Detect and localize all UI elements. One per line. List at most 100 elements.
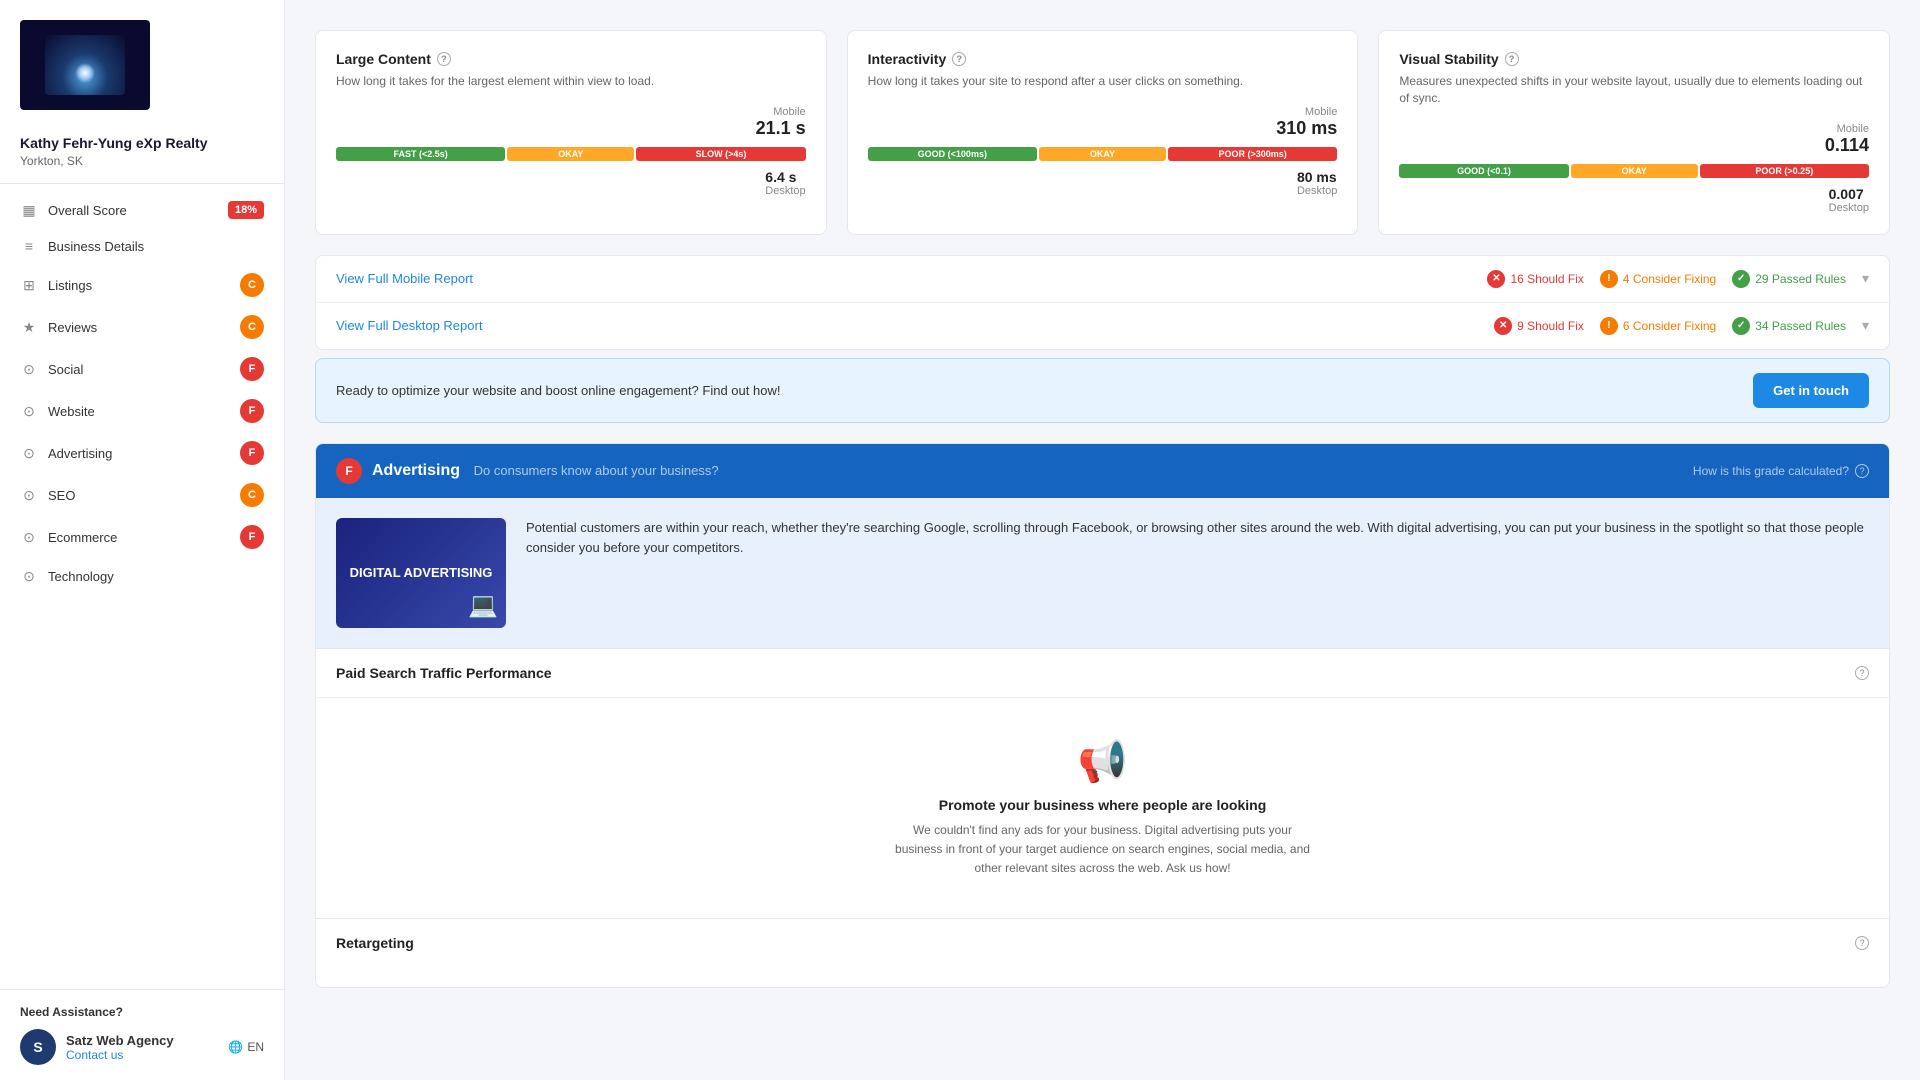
sidebar-item-reviews[interactable]: ★ Reviews C <box>0 306 284 348</box>
sidebar-navigation: ▦ Overall Score 18% ≡ Business Details ⊞… <box>0 184 284 989</box>
sidebar-item-ecommerce[interactable]: ⊙ Ecommerce F <box>0 516 284 558</box>
sidebar-business-info: Kathy Fehr-Yung eXp Realty Yorkton, SK <box>0 125 284 184</box>
sidebar-logo-area <box>0 0 284 125</box>
paid-search-title: Paid Search Traffic Performance <box>336 665 552 681</box>
large-content-info-icon[interactable]: ? <box>437 52 451 66</box>
visual-stability-mobile-value: 0.114 <box>1825 135 1869 156</box>
nav-business-details-label: Business Details <box>48 239 144 254</box>
paid-search-section: Paid Search Traffic Performance ? 📢 Prom… <box>316 648 1889 919</box>
retargeting-header: Retargeting ? <box>316 919 1889 967</box>
sidebar-item-seo[interactable]: ⊙ SEO C <box>0 474 284 516</box>
get-in-touch-button[interactable]: Get in touch <box>1753 373 1869 408</box>
sidebar-item-website[interactable]: ⊙ Website F <box>0 390 284 432</box>
large-content-desktop-label: Desktop <box>765 185 805 197</box>
large-content-mobile-label: Mobile <box>756 106 806 118</box>
nav-technology-label: Technology <box>48 569 114 584</box>
desktop-should-fix-text: 9 Should Fix <box>1517 319 1584 333</box>
orange-warning-icon-2: ! <box>1600 317 1618 335</box>
okay-segment-2: OKAY <box>1039 147 1166 161</box>
mobile-passed-rules: ✓ 29 Passed Rules <box>1732 270 1846 288</box>
visual-stability-desktop-value: 0.007 <box>1829 186 1869 202</box>
visual-stability-info-icon[interactable]: ? <box>1505 52 1519 66</box>
sidebar-item-overall-score[interactable]: ▦ Overall Score 18% <box>0 192 284 228</box>
retargeting-title: Retargeting <box>336 935 414 951</box>
mobile-should-fix-text: 16 Should Fix <box>1510 272 1583 286</box>
reviews-icon: ★ <box>20 318 38 336</box>
desktop-passed-rules-text: 34 Passed Rules <box>1755 319 1846 333</box>
mobile-report-row[interactable]: View Full Mobile Report ✕ 16 Should Fix … <box>316 256 1889 303</box>
desktop-report-row[interactable]: View Full Desktop Report ✕ 9 Should Fix … <box>316 303 1889 349</box>
paid-search-empty-state: 📢 Promote your business where people are… <box>316 698 1889 919</box>
mobile-passed-rules-text: 29 Passed Rules <box>1755 272 1846 286</box>
social-badge: F <box>240 357 264 381</box>
contact-us-link[interactable]: Contact us <box>66 1048 174 1062</box>
adv-image-title: DIGITAL ADVERTISING <box>350 565 493 580</box>
report-section: View Full Mobile Report ✕ 16 Should Fix … <box>315 255 1890 350</box>
visual-stability-title: Visual Stability <box>1399 51 1498 67</box>
seo-badge: C <box>240 483 264 507</box>
sidebar-item-business-details[interactable]: ≡ Business Details <box>0 228 284 264</box>
nav-reviews-label: Reviews <box>48 320 97 335</box>
sidebar-item-advertising[interactable]: ⊙ Advertising F <box>0 432 284 474</box>
paid-search-header: Paid Search Traffic Performance ? <box>316 649 1889 698</box>
interactivity-title: Interactivity <box>868 51 947 67</box>
paid-search-info-icon[interactable]: ? <box>1855 666 1869 680</box>
technology-icon: ⊙ <box>20 567 38 585</box>
large-content-card: Large Content ? How long it takes for th… <box>315 30 827 235</box>
nav-overall-score-label: Overall Score <box>48 203 127 218</box>
language-label: EN <box>247 1040 264 1054</box>
mobile-should-fix: ✕ 16 Should Fix <box>1487 270 1583 288</box>
nav-social-label: Social <box>48 362 83 377</box>
orange-warning-icon: ! <box>1600 270 1618 288</box>
desktop-consider-fixing: ! 6 Consider Fixing <box>1600 317 1716 335</box>
large-content-mobile-value: 21.1 s <box>756 118 806 139</box>
overall-score-badge: 18% <box>228 201 264 219</box>
green-check-icon-2: ✓ <box>1732 317 1750 335</box>
company-logo <box>20 20 150 110</box>
how-calculated-link[interactable]: How is this grade calculated? ? <box>1693 464 1869 478</box>
paid-search-empty-title: Promote your business where people are l… <box>939 797 1267 813</box>
megaphone-icon: 📢 <box>1078 738 1128 785</box>
listings-badge: C <box>240 273 264 297</box>
agency-avatar: S <box>20 1029 56 1065</box>
mobile-report-chevron: ▾ <box>1862 270 1869 287</box>
desktop-report-label: View Full Desktop Report <box>336 318 1494 333</box>
ecommerce-badge: F <box>240 525 264 549</box>
sidebar-item-listings[interactable]: ⊞ Listings C <box>0 264 284 306</box>
interactivity-speed-bar: GOOD (<100ms) OKAY POOR (>300ms) <box>868 147 1338 161</box>
poor-segment-2: POOR (>0.25) <box>1700 164 1869 178</box>
interactivity-mobile-value: 310 ms <box>1276 118 1337 139</box>
green-check-icon: ✓ <box>1732 270 1750 288</box>
interactivity-subtitle: How long it takes your site to respond a… <box>868 73 1338 90</box>
visual-stability-speed-bar: GOOD (<0.1) OKAY POOR (>0.25) <box>1399 164 1869 178</box>
logo-graphic <box>45 35 125 95</box>
listings-icon: ⊞ <box>20 276 38 294</box>
retargeting-info-icon[interactable]: ? <box>1855 936 1869 950</box>
advertising-grade-badge: F <box>336 458 362 484</box>
desktop-passed-rules: ✓ 34 Passed Rules <box>1732 317 1846 335</box>
how-calculated-icon: ? <box>1855 464 1869 478</box>
list-icon: ≡ <box>20 237 38 255</box>
poor-segment: POOR (>300ms) <box>1168 147 1337 161</box>
mobile-consider-fixing: ! 4 Consider Fixing <box>1600 270 1716 288</box>
advertising-image: DIGITAL ADVERTISING 💻 <box>336 518 506 628</box>
advertising-subtitle: Do consumers know about your business? <box>474 463 719 478</box>
interactivity-info-icon[interactable]: ? <box>952 52 966 66</box>
desktop-consider-fixing-text: 6 Consider Fixing <box>1623 319 1716 333</box>
seo-icon: ⊙ <box>20 486 38 504</box>
language-selector[interactable]: 🌐 EN <box>228 1040 264 1054</box>
sidebar-item-technology[interactable]: ⊙ Technology <box>0 558 284 594</box>
website-icon: ⊙ <box>20 402 38 420</box>
agency-row: S Satz Web Agency Contact us 🌐 EN <box>20 1029 264 1065</box>
visual-stability-card: Visual Stability ? Measures unexpected s… <box>1378 30 1890 235</box>
large-content-subtitle: How long it takes for the largest elemen… <box>336 73 806 90</box>
website-badge: F <box>240 399 264 423</box>
metric-cards-grid: Large Content ? How long it takes for th… <box>315 30 1890 235</box>
good-segment: GOOD (<100ms) <box>868 147 1037 161</box>
retargeting-section: Retargeting ? <box>316 918 1889 967</box>
advertising-header: F Advertising Do consumers know about yo… <box>316 444 1889 498</box>
sidebar-item-social[interactable]: ⊙ Social F <box>0 348 284 390</box>
ecommerce-icon: ⊙ <box>20 528 38 546</box>
nav-ecommerce-label: Ecommerce <box>48 530 117 545</box>
large-content-speed-bar: FAST (<2.5s) OKAY SLOW (>4s) <box>336 147 806 161</box>
